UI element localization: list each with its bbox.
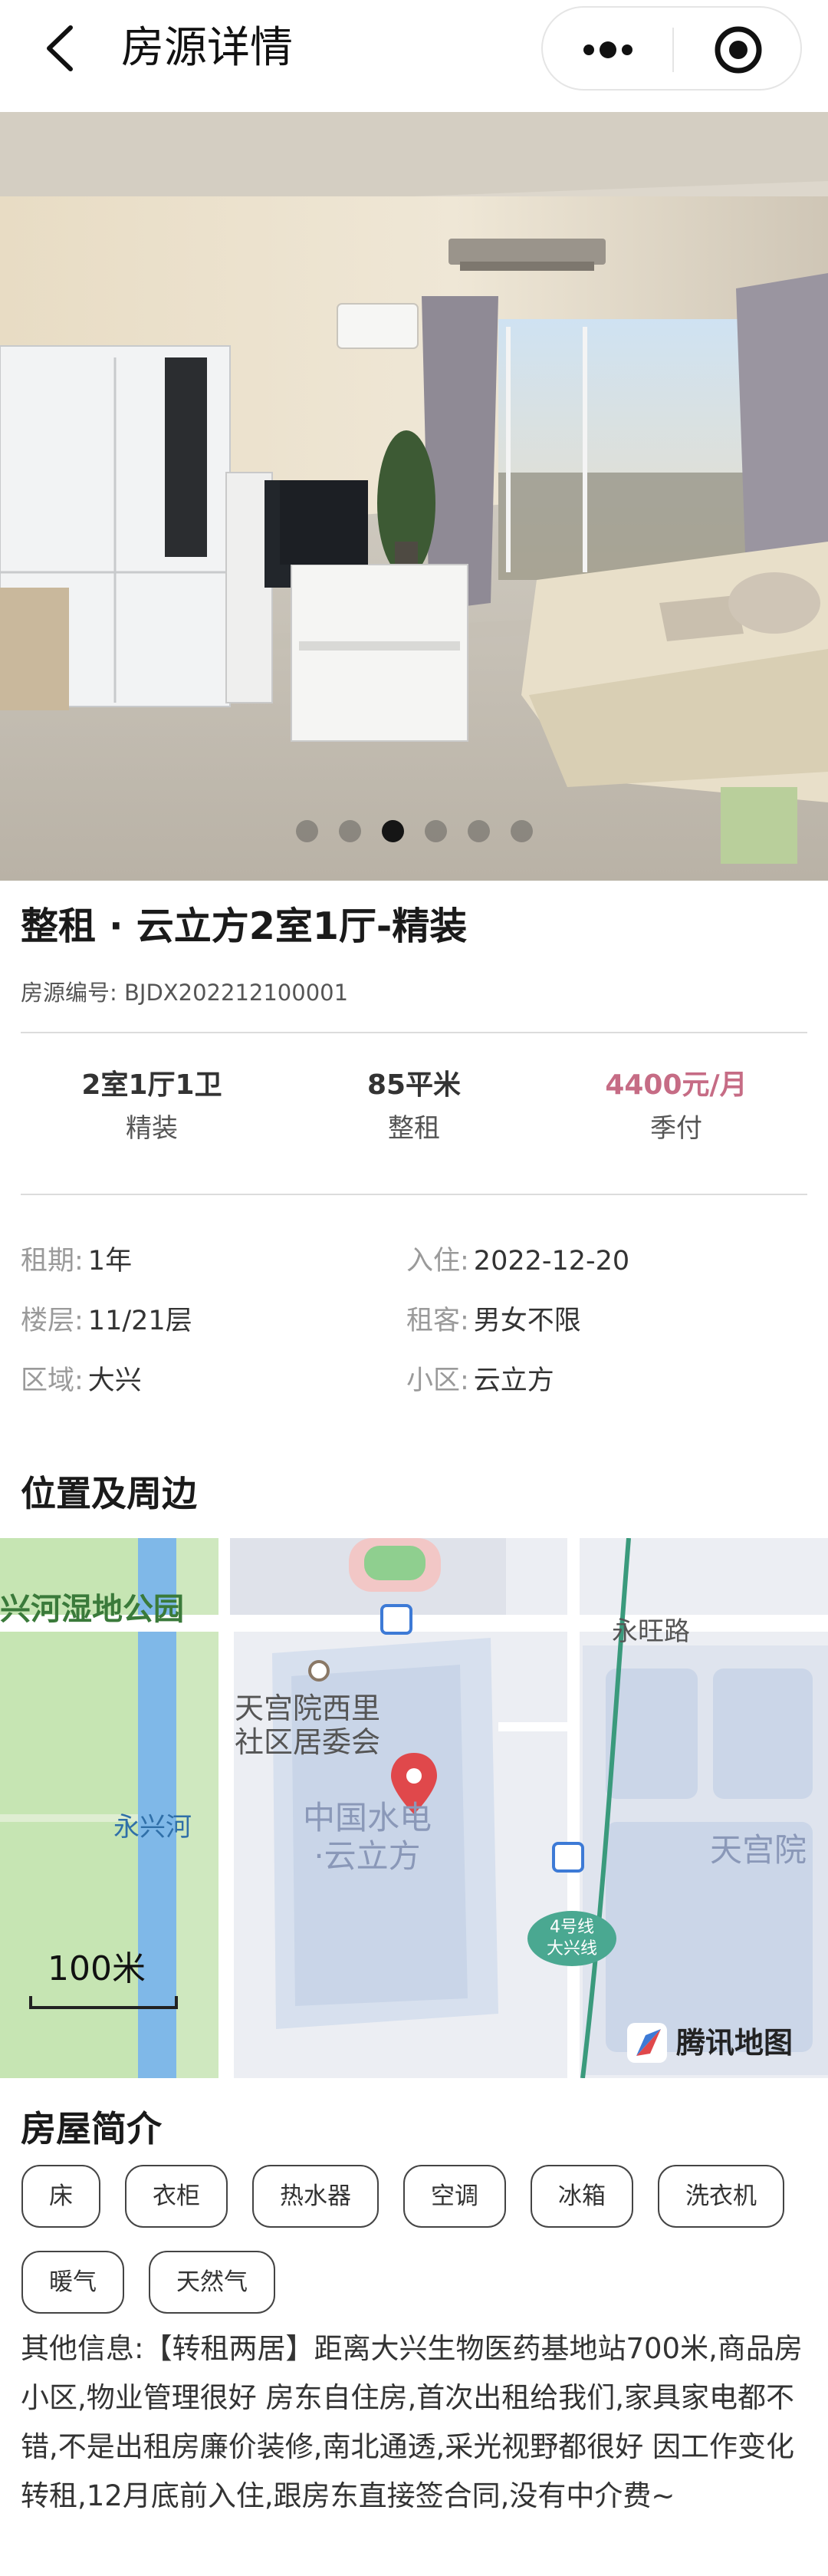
carousel-dot[interactable] <box>424 820 447 842</box>
listing-code: 房源编号: BJDX202212100001 <box>21 974 348 1011</box>
info-key: 区域: <box>21 1365 84 1396</box>
amenity-tag: 衣柜 <box>125 2165 228 2228</box>
more-button[interactable] <box>566 19 650 81</box>
info-grid: 租期: 1年 入住: 2022-12-20 楼层: 11/21层 租客: 男女不限 区域… <box>21 1238 807 1418</box>
amenity-tag: 热水器 <box>252 2165 379 2228</box>
listing-code-label: 房源编号: <box>21 980 124 1006</box>
info-row: 区域: 大兴 小区: 云立方 <box>21 1358 807 1418</box>
capsule-divider <box>672 28 674 72</box>
info-lease-term: 租期: 1年 <box>21 1238 132 1284</box>
map-label-committee-line2: 社区居委会 <box>235 1725 381 1759</box>
map-label-park: 兴河湿地公园 <box>0 1592 184 1627</box>
info-move-in: 入住: 2022-12-20 <box>406 1238 629 1284</box>
map-label-river: 永兴河 <box>113 1812 192 1843</box>
more-dots-icon <box>583 41 632 58</box>
stat-area-value: 85平米 <box>366 1069 462 1101</box>
carousel-indicators <box>0 820 828 842</box>
info-value: 1年 <box>87 1246 133 1276</box>
amenity-tag: 冰箱 <box>531 2165 633 2228</box>
info-key: 楼层: <box>21 1306 84 1336</box>
location-section-title: 位置及周边 <box>21 1473 197 1514</box>
photo-carousel[interactable] <box>0 112 828 881</box>
listing-title: 整租 · 云立方2室1厅-精装 <box>21 904 468 948</box>
stat-area-sub: 整租 <box>388 1113 440 1144</box>
listing-code-value: BJDX202212100001 <box>124 980 349 1006</box>
amenity-tag: 空调 <box>403 2165 506 2228</box>
chevron-left-icon <box>47 25 73 71</box>
info-key: 租期: <box>21 1246 84 1276</box>
amenity-tags: 床衣柜 热水器 空调 冰箱 洗衣机暖气 天然气 <box>21 2165 811 2314</box>
info-tenant: 租客: 男女不限 <box>406 1298 581 1344</box>
stat-price-value: 4400元/月 <box>605 1069 748 1101</box>
carousel-dot[interactable] <box>338 820 361 842</box>
carousel-dot[interactable] <box>295 820 318 842</box>
stat-price-sub: 季付 <box>650 1113 702 1144</box>
stat-layout-value: 2室1厅1卫 <box>81 1069 222 1101</box>
info-district: 区域: 大兴 <box>21 1358 142 1404</box>
info-value: 2022-12-20 <box>473 1246 630 1276</box>
map-provider-label: 腾讯地图 <box>676 2026 794 2060</box>
divider <box>21 1194 807 1195</box>
map-label-metro-line2: 大兴线 <box>546 1939 597 1958</box>
stat-price: 4400元/月 季付 <box>545 1065 807 1151</box>
info-key: 入住: <box>406 1246 469 1276</box>
divider <box>21 1032 807 1033</box>
location-map[interactable]: 兴河湿地公园 永兴河 永旺路 天宫院西里 社区居委会 中国水电 ·云立方 天宫院… <box>0 1538 828 2078</box>
info-key: 小区: <box>406 1365 469 1396</box>
other-info-text: 其他信息:【转租两居】距离大兴生物医药基地站700米,商品房小区,物业管理很好 … <box>21 2332 803 2512</box>
map-label-area: 天宫院 <box>710 1831 807 1869</box>
amenity-tag: 暖气 <box>21 2251 124 2314</box>
map-label-complex: 中国水电 ·云立方 <box>303 1799 432 1876</box>
stat-area: 85平米 整租 <box>283 1065 545 1151</box>
info-value: 大兴 <box>87 1365 142 1396</box>
map-label-road: 永旺路 <box>612 1616 690 1647</box>
amenities-section-title: 房屋简介 <box>21 2108 162 2149</box>
amenity-tag: 天然气 <box>149 2251 275 2314</box>
amenity-tag: 床 <box>21 2165 100 2228</box>
stat-layout-sub: 精装 <box>126 1113 178 1144</box>
map-label-committee: 天宫院西里 社区居委会 <box>235 1692 380 1759</box>
map-label-metro-line1: 4号线 <box>550 1918 594 1937</box>
carousel-dot[interactable] <box>381 820 404 842</box>
info-floor: 楼层: 11/21层 <box>21 1298 192 1344</box>
key-stats: 2室1厅1卫 精装 85平米 整租 4400元/月 季付 <box>21 1065 807 1151</box>
map-scale-label: 100米 <box>48 1949 146 1988</box>
info-value: 11/21层 <box>87 1306 192 1336</box>
info-value: 男女不限 <box>473 1306 581 1336</box>
info-value: 云立方 <box>473 1365 554 1396</box>
nav-header: 房源详情 <box>0 0 828 112</box>
info-row: 楼层: 11/21层 租客: 男女不限 <box>21 1298 807 1358</box>
carousel-dot[interactable] <box>510 820 533 842</box>
back-button[interactable] <box>38 21 84 75</box>
mini-program-capsule <box>541 6 802 91</box>
living-room-photo <box>0 112 828 881</box>
amenity-tag: 洗衣机 <box>658 2165 784 2228</box>
record-target-icon <box>715 26 762 74</box>
info-row: 租期: 1年 入住: 2022-12-20 <box>21 1238 807 1298</box>
map-label-complex-line1: 中国水电 <box>303 1799 432 1836</box>
stat-layout: 2室1厅1卫 精装 <box>21 1065 283 1151</box>
close-program-button[interactable] <box>696 19 780 81</box>
page-title: 房源详情 <box>121 23 293 73</box>
map-label-metro: 4号线 大兴线 <box>534 1917 610 1960</box>
map-label-complex-line2: ·云立方 <box>314 1837 421 1875</box>
map-label-committee-line1: 天宫院西里 <box>235 1692 381 1725</box>
carousel-dot[interactable] <box>467 820 490 842</box>
info-key: 租客: <box>406 1306 469 1336</box>
info-community: 小区: 云立方 <box>406 1358 554 1404</box>
